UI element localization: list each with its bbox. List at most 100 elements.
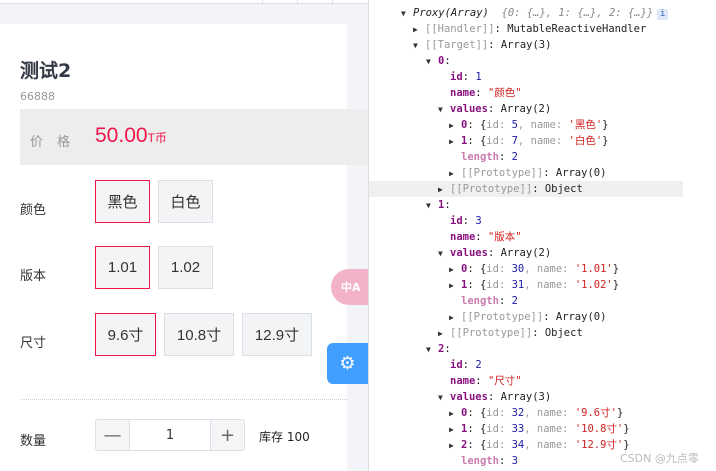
console-tree-line[interactable]: length: 2 — [369, 149, 683, 165]
console-tree-line[interactable]: ▼ Proxy(Array) {0: {…}, 1: {…}, 2: {…}} i — [369, 5, 683, 21]
console-tree-line[interactable]: ▶ 1: {id: 31, name: '1.02'} — [369, 277, 683, 293]
console-token: [[Prototype]] — [461, 167, 544, 179]
console-tree-line[interactable]: ▼ values: Array(2) — [369, 101, 683, 117]
expand-down-icon[interactable]: ▼ — [438, 390, 450, 406]
expand-right-icon[interactable]: ▶ — [449, 422, 461, 438]
spec-label: 尺寸 — [20, 336, 47, 351]
settings-gear-icon[interactable]: ⚙ — [327, 343, 368, 384]
translate-icon[interactable]: 中A — [331, 269, 371, 305]
console-token: id: — [486, 407, 512, 419]
console-tree-line[interactable]: ▶ 0: {id: 30, name: '1.01'} — [369, 261, 683, 277]
console-tree-line[interactable]: length: 2 — [369, 293, 683, 309]
expand-right-icon[interactable]: ▶ — [449, 310, 461, 326]
expand-down-icon[interactable]: ▼ — [438, 246, 450, 262]
console-tree-line[interactable]: id: 1 — [369, 69, 683, 85]
console-token: : — [475, 375, 488, 387]
console-token: [[Prototype]] — [450, 327, 533, 339]
expand-down-icon[interactable]: ▼ — [401, 6, 413, 22]
console-tree-line[interactable]: name: "版本" — [369, 229, 683, 245]
console-tree-line[interactable]: ▼ 0: — [369, 53, 683, 69]
console-token: Proxy(Array) — [413, 7, 502, 19]
devtools-console: ▼ Proxy(Array) {0: {…}, 1: {…}, 2: {…}} i ▶… — [368, 0, 716, 471]
console-tree-line[interactable]: ▶ [[Prototype]]: Array(0) — [369, 309, 683, 325]
expand-down-icon[interactable]: ▼ — [426, 342, 438, 358]
console-tree-line[interactable]: ▼ [[Target]]: Array(3) — [369, 37, 683, 53]
console-token: 2 — [511, 151, 518, 163]
console-tree-line[interactable]: ▶ [[Handler]]: MutableReactiveHandler — [369, 21, 683, 37]
console-token: } — [623, 423, 630, 435]
console-tree-line[interactable]: ▼ 2: — [369, 341, 683, 357]
console-token: } — [602, 135, 609, 147]
quantity-stepper[interactable]: — 1 + — [95, 419, 245, 451]
console-token: '白色' — [568, 135, 603, 147]
quantity-input[interactable]: 1 — [129, 420, 211, 450]
console-token: : Array(2) — [487, 247, 552, 259]
console-token: 30 — [511, 263, 525, 275]
expand-down-icon[interactable]: ▼ — [438, 102, 450, 118]
spec-option[interactable]: 10.8寸 — [164, 313, 234, 356]
increment-button[interactable]: + — [211, 420, 244, 450]
console-token: id — [450, 215, 463, 227]
console-token: 3 — [475, 215, 482, 227]
price-currency: T币 — [147, 131, 167, 145]
console-token: : — [475, 87, 488, 99]
console-tree-line[interactable]: ▶ [[Prototype]]: Object — [369, 325, 683, 341]
expand-right-icon[interactable]: ▶ — [449, 278, 461, 294]
console-token: "颜色" — [487, 87, 522, 99]
console-token: : — [498, 151, 512, 163]
expand-down-icon[interactable]: ▼ — [426, 54, 438, 70]
console-tree-line[interactable]: ▶ [[Prototype]]: Array(0) — [369, 165, 683, 181]
expand-down-icon[interactable]: ▼ — [426, 198, 438, 214]
console-token: id: — [486, 119, 512, 131]
expand-right-icon[interactable]: ▶ — [449, 166, 461, 182]
expand-right-icon[interactable]: ▶ — [413, 22, 425, 38]
console-token: id: — [486, 439, 512, 451]
info-icon[interactable]: i — [657, 9, 669, 20]
console-token: [[Target]] — [425, 39, 489, 51]
expand-right-icon[interactable]: ▶ — [449, 262, 461, 278]
spec-option[interactable]: 1.02 — [158, 246, 213, 289]
expand-right-icon[interactable]: ▶ — [449, 406, 461, 422]
console-token: , name: — [524, 279, 575, 291]
console-token: } — [616, 407, 624, 419]
console-token: : — [444, 199, 451, 211]
expand-right-icon[interactable]: ▶ — [449, 118, 461, 134]
console-tree-line[interactable]: ▶ 0: {id: 32, name: '9.6寸'} — [369, 405, 683, 421]
console-tree-line[interactable]: ▼ values: Array(2) — [369, 245, 683, 261]
expand-right-icon[interactable]: ▶ — [438, 182, 450, 198]
spec-option[interactable]: 白色 — [158, 180, 213, 223]
console-tree-line[interactable]: ▶ 1: {id: 7, name: '白色'} — [369, 133, 683, 149]
expand-right-icon[interactable]: ▶ — [449, 438, 461, 454]
console-tree-line[interactable]: ▶ [[Prototype]]: Object — [369, 181, 683, 197]
console-token: : MutableReactiveHandler — [494, 23, 647, 35]
console-token: '1.02' — [574, 279, 613, 291]
console-tree-line[interactable]: id: 2 — [369, 357, 683, 373]
console-tree-line[interactable]: name: "颜色" — [369, 85, 683, 101]
console-token: "版本" — [487, 231, 522, 243]
console-token: : — [462, 359, 476, 371]
price-label: 价格 — [30, 135, 85, 150]
console-token: 33 — [511, 423, 525, 435]
decrement-button[interactable]: — — [96, 420, 129, 450]
console-token: : { — [467, 439, 487, 451]
expand-right-icon[interactable]: ▶ — [449, 134, 461, 150]
console-token: } — [612, 263, 620, 275]
expand-right-icon[interactable]: ▶ — [438, 326, 450, 342]
console-tree-line[interactable]: ▶ 1: {id: 33, name: '10.8寸'} — [369, 421, 683, 437]
console-token: length — [461, 295, 499, 307]
spec-option[interactable]: 黑色 — [95, 180, 150, 223]
spec-option[interactable]: 1.01 — [95, 246, 150, 289]
spec-option[interactable]: 9.6寸 — [95, 313, 156, 356]
console-token: , name: — [517, 135, 569, 147]
console-tree-line[interactable]: id: 3 — [369, 213, 683, 229]
console-token: length — [461, 455, 499, 467]
console-token: : Array(3) — [488, 39, 552, 51]
console-tree-line[interactable]: ▶ 0: {id: 5, name: '黑色'} — [369, 117, 683, 133]
spec-option[interactable]: 12.9寸 — [242, 313, 312, 356]
expand-down-icon[interactable]: ▼ — [413, 38, 425, 54]
console-token: , name: — [517, 119, 569, 131]
console-tree-line[interactable]: ▼ 1: — [369, 197, 683, 213]
console-token: : { — [467, 263, 487, 275]
console-tree-line[interactable]: ▼ values: Array(3) — [369, 389, 683, 405]
console-tree-line[interactable]: name: "尺寸" — [369, 373, 683, 389]
